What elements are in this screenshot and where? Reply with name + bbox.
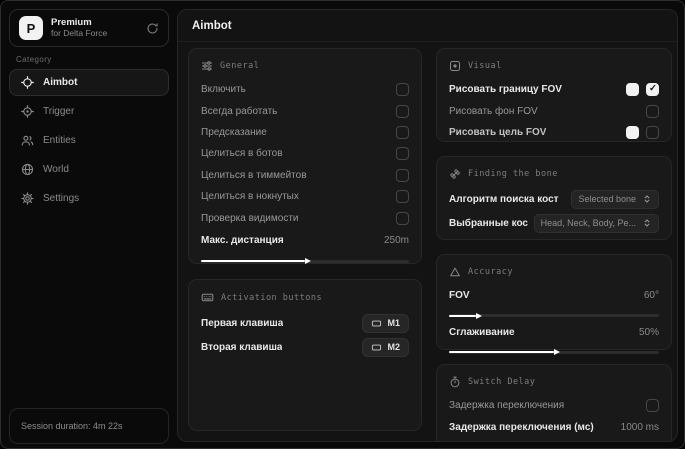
color-swatch[interactable] [626, 125, 639, 139]
visual-row: Рисовать границу FOV [449, 79, 659, 100]
visual-row: Рисовать фон FOV [449, 100, 659, 121]
crosshair-icon [21, 76, 34, 89]
activation-buttons-panel: Activation buttons Первая клавиша M1 Вто… [188, 279, 422, 431]
slider-row: Сглаживание 50% [449, 326, 659, 338]
accuracy-panel: Accuracy FOV 60° Сглаживание 50% [436, 254, 672, 354]
keybind-row: Вторая клавиша M2 [201, 335, 409, 359]
sliders-icon [201, 60, 213, 72]
select-row: Алгоритм поиска кост Selected bone [449, 187, 659, 211]
checkbox[interactable] [396, 125, 409, 139]
checkbox[interactable] [396, 211, 409, 225]
globe-icon [21, 163, 34, 176]
sidebar-item-entities[interactable]: Entities [9, 127, 169, 154]
page-title: Aimbot [178, 10, 677, 42]
unfold-icon [642, 218, 652, 228]
checkbox[interactable] [396, 190, 409, 204]
selected-bones-select[interactable]: Head, Neck, Body, Pe... [533, 213, 659, 233]
sidebar-item-aimbot[interactable]: Aimbot [9, 69, 169, 96]
sidebar-item-label: Aimbot [43, 77, 78, 88]
bone-algorithm-select[interactable]: Selected bone [571, 189, 659, 209]
switch-delay-panel: Switch Delay Задержка переключения Задер… [436, 364, 672, 441]
checkbox[interactable] [396, 147, 409, 161]
toggle-row: Целиться в тиммейтов [201, 165, 409, 186]
checkbox[interactable] [396, 104, 409, 118]
sidebar-item-label: World [43, 164, 69, 175]
sidebar-item-settings[interactable]: Settings [9, 185, 169, 212]
checkbox[interactable] [646, 399, 659, 413]
slider-value: 1000 ms [620, 421, 659, 433]
finding-bone-panel: Finding the bone Алгоритм поиска кост Se… [436, 156, 672, 240]
target-icon [21, 105, 34, 118]
slider-row: Макс. дистанция 250m [201, 234, 409, 246]
toggle-row: Целиться в нокнутых [201, 186, 409, 207]
panel-title: Activation buttons [221, 292, 323, 303]
slider-row: FOV 60° [449, 290, 659, 302]
premium-card[interactable]: P Premium for Delta Force [9, 9, 169, 47]
sidebar-item-trigger[interactable]: Trigger [9, 98, 169, 125]
slider-row: Задержка переключения (мс) 1000 ms [449, 421, 659, 433]
triangle-icon [449, 266, 461, 278]
sidebar-item-world[interactable]: World [9, 156, 169, 183]
toggle-row: Целиться в ботов [201, 143, 409, 164]
panel-title: Accuracy [468, 267, 513, 277]
mouse-key-icon [371, 342, 382, 353]
sidebar-item-label: Entities [43, 135, 76, 146]
sidebar-menu: Aimbot Trigger Entities World Settings [9, 69, 169, 212]
panel-title: Visual [468, 61, 502, 71]
users-icon [21, 134, 34, 147]
sidebar: P Premium for Delta Force Category Aimbo… [1, 1, 177, 448]
fov-slider[interactable] [449, 314, 659, 318]
keybind-button-m1[interactable]: M1 [362, 313, 409, 333]
checkbox[interactable] [646, 104, 659, 118]
smoothing-slider[interactable] [449, 350, 659, 354]
keyboard-icon [201, 291, 214, 304]
frame-dot-icon [449, 60, 461, 72]
toggle-row: Задержка переключения [449, 395, 659, 416]
slider-value: 250m [383, 234, 409, 246]
keybind-row: Первая клавиша M1 [201, 311, 409, 335]
checkbox[interactable] [646, 125, 659, 139]
panel-title: Switch Delay [468, 377, 536, 387]
checkbox[interactable] [396, 168, 409, 182]
app-logo: P [19, 16, 43, 40]
sidebar-item-label: Trigger [43, 106, 75, 117]
gear-icon [21, 192, 34, 205]
premium-subtitle: for Delta Force [51, 27, 108, 38]
toggle-row: Предсказание [201, 122, 409, 143]
sidebar-item-label: Settings [43, 193, 80, 204]
panel-title: General [220, 61, 260, 71]
bone-icon [449, 168, 461, 180]
left-column: General Включить Всегда работать Предска… [188, 48, 422, 431]
general-panel: General Включить Всегда работать Предска… [188, 48, 422, 264]
main-panel: Aimbot General Включить Всегда работать … [177, 9, 678, 442]
unfold-icon [642, 194, 652, 204]
keybind-button-m2[interactable]: M2 [362, 337, 409, 357]
visual-row: Рисовать цель FOV [449, 122, 659, 143]
checkbox[interactable] [396, 83, 409, 97]
session-duration: Session duration: 4m 22s [9, 408, 169, 444]
slider-value: 60° [643, 290, 659, 302]
visual-panel: Visual Рисовать границу FOV Рисовать фон… [436, 48, 672, 142]
category-label: Category [16, 55, 52, 64]
premium-title: Premium [51, 16, 92, 28]
toggle-row: Всегда работать [201, 100, 409, 121]
select-row: Выбранные кос Head, Neck, Body, Pe... [449, 211, 659, 235]
app-window: P Premium for Delta Force Category Aimbo… [0, 0, 685, 449]
panel-title: Finding the bone [468, 169, 558, 179]
stopwatch-icon [449, 376, 461, 388]
mouse-key-icon [371, 318, 382, 329]
toggle-row: Включить [201, 79, 409, 100]
toggle-row: Проверка видимости [201, 207, 409, 228]
checkbox[interactable] [646, 83, 659, 97]
sync-icon[interactable] [146, 22, 159, 35]
right-column: Visual Рисовать границу FOV Рисовать фон… [436, 48, 672, 441]
max-distance-slider[interactable] [201, 259, 409, 263]
color-swatch[interactable] [626, 83, 639, 97]
slider-value: 50% [638, 326, 659, 338]
